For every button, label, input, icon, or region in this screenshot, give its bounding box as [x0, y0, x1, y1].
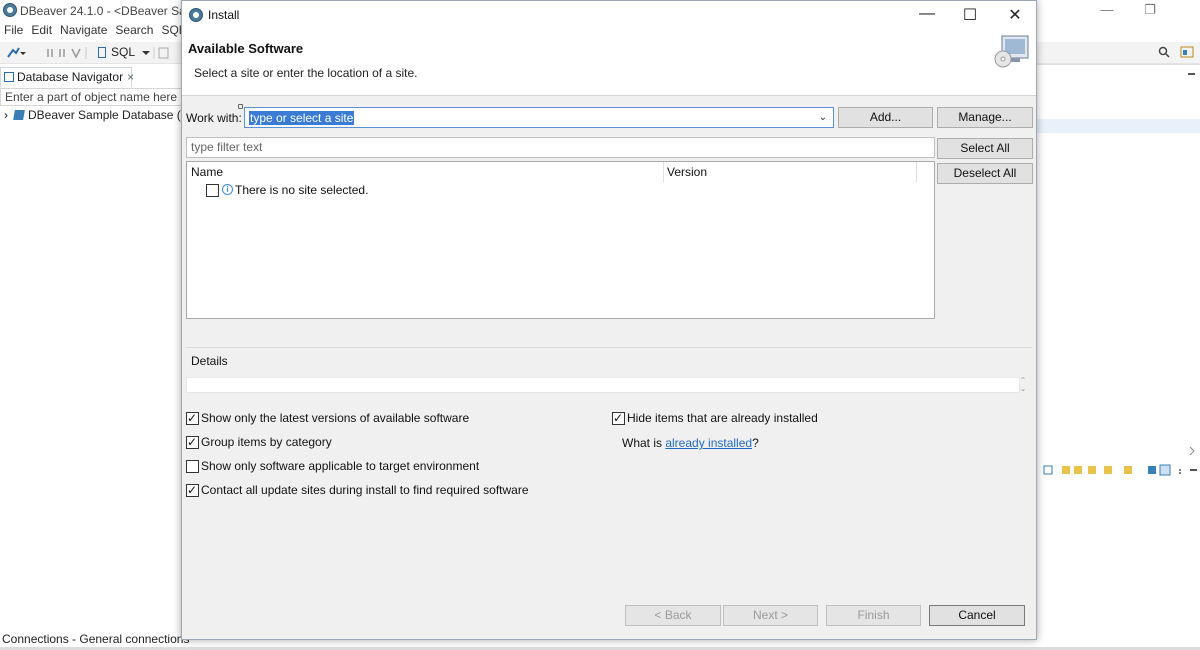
- dialog-close-button[interactable]: ✕: [1000, 5, 1030, 27]
- already-installed-row: What is already installed?: [622, 436, 759, 450]
- tree-item-sample-database[interactable]: › DBeaver Sample Database (SQ: [4, 108, 198, 122]
- work-with-value[interactable]: type or select a site: [249, 111, 355, 125]
- menu-sql-editor[interactable]: SQL E: [157, 22, 182, 38]
- dialog-button-bar: < Back Next > Finish Cancel: [182, 597, 1036, 639]
- search-icon[interactable]: [1158, 46, 1170, 61]
- column-divider[interactable]: [916, 162, 917, 182]
- latest-versions-label[interactable]: Show only the latest versions of availab…: [201, 411, 469, 425]
- dialog-titlebar: [182, 1, 1036, 30]
- column-divider[interactable]: [663, 162, 664, 182]
- install-wizard-icon: [992, 34, 1030, 68]
- right-panel-selection: [1037, 119, 1200, 133]
- navigator-filter-input[interactable]: Enter a part of object name here: [0, 88, 182, 106]
- right-chevron-icon[interactable]: [1188, 446, 1196, 459]
- connect-icon[interactable]: [46, 46, 90, 63]
- filter-input[interactable]: type filter text: [186, 137, 935, 158]
- details-text-area[interactable]: [186, 377, 1020, 393]
- install-dialog: Install — ☐ ✕ Available Software Select …: [181, 0, 1037, 640]
- contact-all-sites-label[interactable]: Contact all update sites during install …: [201, 483, 529, 497]
- work-with-label: Work with:: [186, 111, 242, 125]
- new-connection-icon[interactable]: [6, 46, 26, 63]
- column-header-name[interactable]: Name: [191, 165, 223, 179]
- group-by-category-checkbox[interactable]: [186, 434, 199, 450]
- sql-editor-icon: [98, 47, 106, 58]
- perspective-icon[interactable]: [1180, 46, 1194, 61]
- applicable-only-label[interactable]: Show only software applicable to target …: [201, 459, 479, 473]
- details-divider: [186, 347, 1032, 348]
- content-assist-icon: [238, 104, 243, 109]
- group-by-category-label[interactable]: Group items by category: [201, 435, 332, 449]
- info-icon: i: [222, 184, 233, 195]
- latest-versions-checkbox[interactable]: [186, 410, 199, 426]
- database-icon: [13, 110, 25, 120]
- contact-all-sites-checkbox[interactable]: [186, 482, 199, 498]
- dbeaver-app-icon: [3, 3, 17, 17]
- menu-navigate[interactable]: Navigate: [56, 22, 111, 38]
- dialog-minimize-button[interactable]: —: [912, 5, 942, 27]
- hide-installed-label[interactable]: Hide items that are already installed: [627, 411, 818, 425]
- background-restore-button[interactable]: ❐: [1138, 2, 1162, 18]
- row-checkbox[interactable]: [206, 184, 219, 197]
- finish-button[interactable]: Finish: [826, 605, 921, 626]
- navigator-icon: [4, 72, 14, 82]
- work-with-combo[interactable]: type or select a site ⌄: [244, 107, 834, 128]
- deselect-all-button[interactable]: Deselect All: [937, 163, 1033, 184]
- status-bar-text: Connections - General connections: [2, 632, 190, 646]
- what-is-suffix: ?: [752, 436, 759, 450]
- next-button[interactable]: Next >: [723, 605, 818, 626]
- sql-button[interactable]: SQL: [111, 45, 135, 59]
- database-navigator-tab[interactable]: Database Navigator ×: [0, 67, 134, 87]
- add-site-button[interactable]: Add...: [838, 107, 933, 128]
- cancel-button[interactable]: Cancel: [929, 605, 1025, 626]
- table-row-label: There is no site selected.: [235, 183, 369, 197]
- page-title: Available Software: [188, 41, 304, 56]
- right-panel-minimize-icon[interactable]: [1188, 68, 1196, 80]
- details-scrollbar[interactable]: ⌃ ⌄: [1018, 377, 1028, 395]
- details-label: Details: [191, 354, 228, 368]
- menu-edit[interactable]: Edit: [27, 22, 56, 38]
- menu-bar: FileEditNavigateSearchSQL E: [0, 22, 182, 40]
- chevron-down-icon[interactable]: ⌄: [815, 108, 831, 127]
- scroll-down-icon[interactable]: ⌄: [1018, 385, 1028, 393]
- page-message: Select a site or enter the location of a…: [194, 66, 418, 80]
- expand-chevron-icon[interactable]: ›: [4, 108, 8, 122]
- tree-item-label: DBeaver Sample Database (SQ: [28, 108, 199, 122]
- right-panel-divider: [1037, 64, 1200, 65]
- right-panel-toolbar: [1040, 463, 1200, 477]
- dialog-title: Install: [208, 8, 240, 22]
- close-icon[interactable]: ×: [127, 70, 134, 84]
- hide-installed-checkbox[interactable]: [612, 410, 625, 426]
- menu-search[interactable]: Search: [111, 22, 157, 38]
- dialog-maximize-button[interactable]: ☐: [955, 5, 985, 27]
- what-is-text: What is: [622, 436, 666, 450]
- already-installed-link[interactable]: already installed: [665, 436, 752, 450]
- select-all-button[interactable]: Select All: [937, 138, 1033, 159]
- wizard-header: Available Software Select a site or ente…: [182, 30, 1036, 96]
- applicable-only-checkbox[interactable]: [186, 460, 199, 473]
- background-minimize-button[interactable]: —: [1095, 2, 1119, 17]
- available-software-table[interactable]: Name Version i There is no site selected…: [186, 161, 935, 319]
- background-window-title: DBeaver 24.1.0 - <DBeaver Samp: [20, 4, 203, 18]
- navigator-tab-label: Database Navigator: [17, 70, 124, 84]
- column-header-version[interactable]: Version: [667, 165, 707, 179]
- back-button[interactable]: < Back: [625, 605, 721, 626]
- sql-dropdown-icon[interactable]: [140, 46, 180, 63]
- manage-sites-button[interactable]: Manage...: [937, 107, 1033, 128]
- dbeaver-icon: [189, 8, 203, 22]
- menu-file[interactable]: File: [0, 22, 27, 38]
